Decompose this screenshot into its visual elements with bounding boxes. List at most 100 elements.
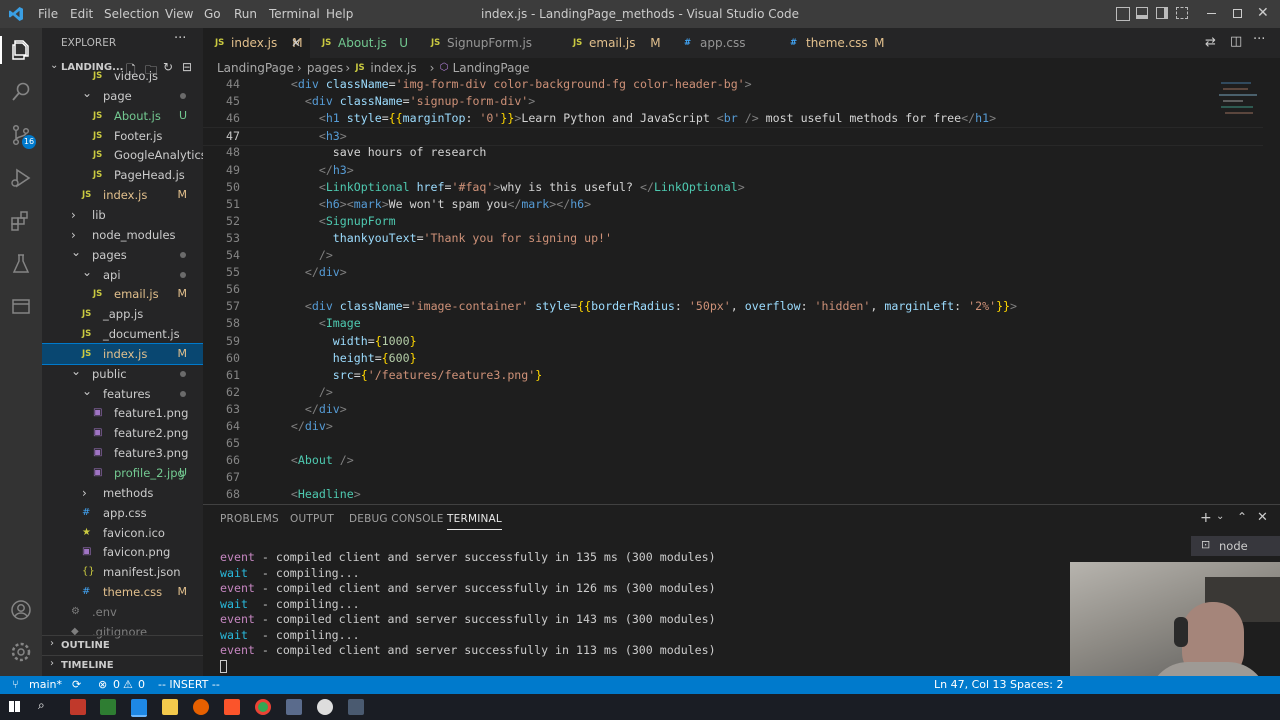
- open-changes-icon[interactable]: ⇄: [1205, 35, 1216, 50]
- code-line[interactable]: 52 <SignupForm: [203, 213, 1263, 230]
- timeline-section[interactable]: › TIMELINE: [42, 655, 203, 676]
- sync-icon[interactable]: ⟳: [72, 676, 81, 694]
- code-line[interactable]: 57 <div className='image-container' styl…: [203, 298, 1263, 315]
- code-line[interactable]: 67: [203, 469, 1263, 486]
- app-icon[interactable]: [286, 699, 302, 715]
- breadcrumb-item[interactable]: pages: [307, 58, 343, 78]
- tree-item[interactable]: ⌄ pages: [42, 245, 203, 265]
- menu-go[interactable]: Go: [204, 0, 221, 28]
- tree-item[interactable]: ⌄ api: [42, 265, 203, 285]
- app-icon[interactable]: [317, 699, 333, 715]
- vscode-taskbar-icon[interactable]: [131, 699, 147, 717]
- code-line[interactable]: 45 <div className='signup-form-div'>: [203, 93, 1263, 110]
- tree-item[interactable]: ⌄ public: [42, 364, 203, 384]
- tree-item[interactable]: ▣ feature3.png: [42, 443, 203, 463]
- menu-help[interactable]: Help: [326, 0, 353, 28]
- search-icon[interactable]: [9, 80, 33, 104]
- code-line[interactable]: 62 />: [203, 384, 1263, 401]
- code-line[interactable]: 48 save hours of research: [203, 144, 1263, 161]
- warning-count[interactable]: 0: [138, 676, 145, 694]
- tree-item[interactable]: # app.css: [42, 503, 203, 523]
- run-debug-icon[interactable]: [9, 166, 33, 190]
- tab-debug-console[interactable]: DEBUG CONSOLE: [349, 513, 444, 525]
- toggle-sidebar-icon[interactable]: [1116, 7, 1130, 21]
- tree-item[interactable]: › methods: [42, 483, 203, 503]
- tree-item[interactable]: JS email.js M: [42, 284, 203, 304]
- code-line[interactable]: 51 <h6><mark>We won't spam you</mark></h…: [203, 196, 1263, 213]
- code-line[interactable]: 63 </div>: [203, 401, 1263, 418]
- minimize-icon[interactable]: [1207, 13, 1216, 14]
- error-count[interactable]: 0: [113, 676, 120, 694]
- code-line[interactable]: 64 </div>: [203, 418, 1263, 435]
- tree-item[interactable]: ▣ profile_2.jpg U: [42, 463, 203, 483]
- tab-about-js[interactable]: JS About.js U: [310, 28, 419, 58]
- taskbar-search-icon[interactable]: ⌕: [38, 698, 45, 713]
- tab-output[interactable]: OUTPUT: [290, 513, 334, 525]
- terminal-dropdown-icon[interactable]: ⌄: [1216, 511, 1224, 522]
- tree-item[interactable]: ⌄ features: [42, 384, 203, 404]
- firefox-taskbar-icon[interactable]: [193, 699, 209, 715]
- app-icon[interactable]: [348, 699, 364, 715]
- settings-gear-icon[interactable]: [9, 640, 33, 664]
- restore-icon[interactable]: [1233, 9, 1242, 18]
- customize-layout-icon[interactable]: [1176, 7, 1188, 19]
- windows-start-icon[interactable]: [9, 701, 20, 712]
- breadcrumb-item[interactable]: index.js: [370, 58, 416, 78]
- terminal-list-item[interactable]: ⊡ node: [1191, 536, 1280, 556]
- code-line[interactable]: 58 <Image: [203, 315, 1263, 332]
- extensions-icon[interactable]: [9, 209, 33, 233]
- new-terminal-icon[interactable]: +: [1200, 510, 1212, 526]
- chrome-taskbar-icon[interactable]: [255, 699, 271, 715]
- tab-signupform-js[interactable]: JS SignupForm.js: [419, 28, 561, 58]
- code-line[interactable]: 46 <h1 style={{marginTop: '0'}}>Learn Py…: [203, 110, 1263, 127]
- tree-item[interactable]: # theme.css M: [42, 582, 203, 602]
- tree-item[interactable]: JS video.js: [42, 70, 203, 86]
- code-line[interactable]: 59 width={1000}: [203, 333, 1263, 350]
- tab-index-js[interactable]: JS index.js M ✕: [203, 28, 310, 58]
- tab-problems[interactable]: PROBLEMS: [220, 513, 279, 525]
- tree-item[interactable]: {} manifest.json: [42, 562, 203, 582]
- tree-item[interactable]: JS index.js M: [42, 185, 203, 205]
- tree-item[interactable]: ▣ favicon.png: [42, 542, 203, 562]
- tab-app-css[interactable]: # app.css: [672, 28, 778, 58]
- tree-item[interactable]: › lib: [42, 205, 203, 225]
- code-line[interactable]: 49 </h3>: [203, 162, 1263, 179]
- app-icon[interactable]: [100, 699, 116, 715]
- close-tab-icon[interactable]: ✕: [291, 28, 301, 58]
- menu-terminal[interactable]: Terminal: [269, 0, 320, 28]
- testing-icon[interactable]: [9, 252, 33, 276]
- toggle-panel-icon[interactable]: [1136, 7, 1148, 19]
- tree-item[interactable]: JS About.js U: [42, 106, 203, 126]
- code-line[interactable]: 66 <About />: [203, 452, 1263, 469]
- code-line[interactable]: 55 </div>: [203, 264, 1263, 281]
- menu-selection[interactable]: Selection: [104, 0, 159, 28]
- tree-item[interactable]: ▣ feature2.png: [42, 423, 203, 443]
- code-line[interactable]: 44 <div className='img-form-div color-ba…: [203, 78, 1263, 93]
- tree-item[interactable]: ★ favicon.ico: [42, 523, 203, 543]
- code-line[interactable]: 53 thankyouText='Thank you for signing u…: [203, 230, 1263, 247]
- tree-item[interactable]: › node_modules: [42, 225, 203, 245]
- tab-email-js[interactable]: JS email.js M: [561, 28, 672, 58]
- tab-terminal[interactable]: TERMINAL: [447, 513, 502, 530]
- close-window-icon[interactable]: ✕: [1257, 5, 1269, 21]
- more-actions-icon[interactable]: ···: [174, 31, 186, 46]
- split-editor-icon[interactable]: ◫: [1230, 34, 1242, 49]
- tree-item[interactable]: ⚙ .env: [42, 602, 203, 622]
- branch-name[interactable]: main*: [29, 676, 62, 694]
- tree-item[interactable]: JS _document.js: [42, 324, 203, 344]
- tree-item[interactable]: ▣ feature1.png: [42, 403, 203, 423]
- code-line[interactable]: 54 />: [203, 247, 1263, 264]
- brave-taskbar-icon[interactable]: [224, 699, 240, 715]
- cursor-position[interactable]: Ln 47, Col 13: [934, 676, 1007, 694]
- indentation[interactable]: Spaces: 2: [1010, 676, 1063, 694]
- menu-view[interactable]: View: [165, 0, 193, 28]
- toggle-secondary-sidebar-icon[interactable]: [1156, 7, 1168, 19]
- close-panel-icon[interactable]: ✕: [1257, 510, 1268, 525]
- explorer-icon[interactable]: [9, 38, 33, 62]
- menu-run[interactable]: Run: [234, 0, 257, 28]
- code-line[interactable]: 50 <LinkOptional href='#faq'>why is this…: [203, 179, 1263, 196]
- app-icon[interactable]: [70, 699, 86, 715]
- code-line[interactable]: 65: [203, 435, 1263, 452]
- tree-item[interactable]: JS PageHead.js: [42, 165, 203, 185]
- tab-theme-css[interactable]: # theme.css M: [778, 28, 890, 58]
